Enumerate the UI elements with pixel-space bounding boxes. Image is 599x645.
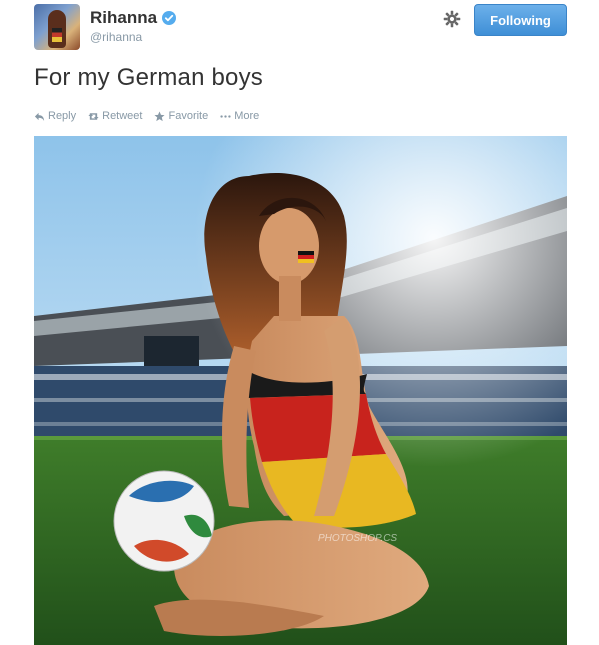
reply-icon — [34, 112, 45, 121]
retweet-icon — [88, 112, 99, 120]
more-icon — [220, 114, 231, 118]
tweet-photo[interactable] — [34, 136, 567, 645]
gear-icon[interactable] — [443, 10, 461, 28]
favorite-action[interactable]: Favorite — [154, 110, 208, 122]
retweet-action[interactable]: Retweet — [88, 110, 142, 122]
more-label: More — [234, 110, 260, 122]
retweet-label: Retweet — [102, 110, 143, 122]
following-button[interactable]: Following — [474, 4, 567, 36]
tweet-actions: Reply Retweet Favorite More — [34, 110, 259, 122]
user-name[interactable]: Rihanna — [90, 8, 157, 28]
user-name-row: Rihanna — [90, 8, 177, 28]
reply-label: Reply — [48, 110, 77, 122]
star-icon — [154, 110, 166, 121]
favorite-label: Favorite — [168, 110, 209, 122]
tweet-text: For my German boys — [34, 64, 263, 91]
verified-badge-icon — [162, 11, 177, 25]
user-handle[interactable]: @rihanna — [90, 30, 142, 44]
avatar[interactable] — [34, 4, 80, 50]
photo-watermark: PHOTOSHOP.CS — [318, 533, 398, 544]
more-action[interactable]: More — [220, 110, 259, 122]
reply-action[interactable]: Reply — [34, 110, 76, 122]
